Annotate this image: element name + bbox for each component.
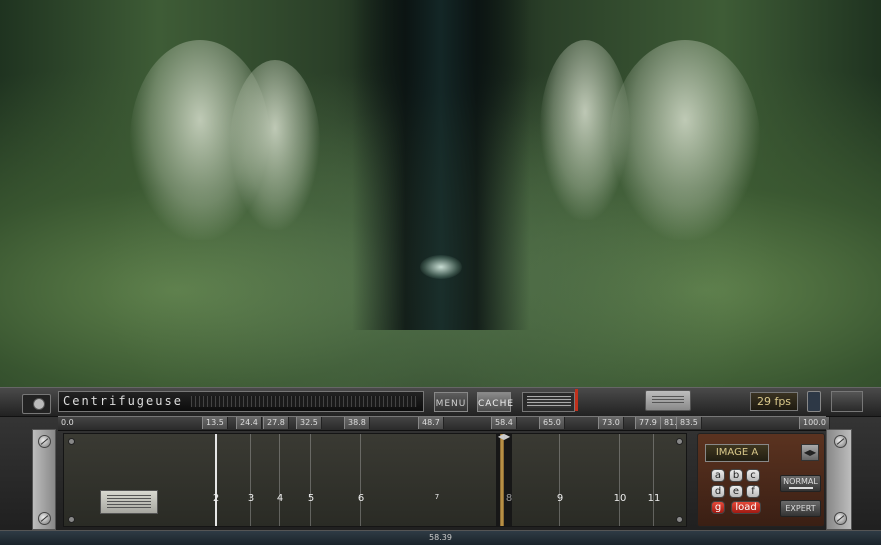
mode-indicator	[789, 487, 813, 489]
ruler-tick[interactable]: 73.0	[598, 417, 624, 429]
cue-label[interactable]: 10	[610, 493, 630, 504]
screw-icon	[38, 435, 51, 448]
preset-title: Centrifugeuse	[63, 394, 183, 408]
cue-marker[interactable]	[279, 434, 280, 526]
meter-indicator	[575, 389, 578, 411]
playhead[interactable]	[500, 434, 504, 526]
image-slot-c-button[interactable]: c	[746, 469, 760, 482]
cue-marker[interactable]	[250, 434, 251, 526]
playhead-arrows-icon[interactable]: ◀▶	[496, 432, 512, 441]
screw-icon	[68, 516, 75, 523]
cue-label[interactable]: 8	[499, 493, 519, 504]
ruler-tick[interactable]: 48.7	[418, 417, 444, 429]
power-toggle-button[interactable]	[22, 394, 51, 414]
timeline-ruler[interactable]: 0.0 13.5 24.4 27.8 32.5 38.8 48.7 58.4 6…	[58, 416, 830, 431]
load-button[interactable]: load	[731, 501, 761, 514]
dancer-figure	[230, 60, 320, 230]
plate-engraving	[652, 396, 684, 404]
screw-icon	[676, 516, 683, 523]
toggle-knob-icon	[33, 398, 45, 410]
screw-icon	[834, 435, 847, 448]
ruler-tick[interactable]: 58.4	[491, 417, 517, 429]
cue-label[interactable]: 4	[270, 493, 290, 504]
ruler-tick[interactable]: 24.4	[236, 417, 262, 429]
ruler-tick[interactable]: 77.9	[635, 417, 661, 429]
normal-mode-label: NORMAL	[783, 477, 818, 486]
ruler-tick[interactable]: 32.5	[296, 417, 322, 429]
cue-marker[interactable]	[360, 434, 361, 526]
plate-engraving	[107, 495, 151, 509]
cue-label[interactable]: 3	[241, 493, 261, 504]
ruler-tick: 0.0	[61, 418, 74, 427]
ruler-tick[interactable]: 27.8	[263, 417, 289, 429]
cue-marker[interactable]	[215, 434, 217, 526]
ruler-tick[interactable]: 100.0	[799, 417, 830, 429]
timeline-label-plate	[100, 490, 158, 514]
image-panel: IMAGE A ◀▶ a b c d e f g load NORMAL EXP…	[697, 433, 825, 527]
expert-mode-button[interactable]: EXPERT	[780, 500, 821, 517]
image-slot-d-button[interactable]: d	[711, 485, 725, 498]
image-cycle-button[interactable]: ◀▶	[801, 444, 819, 461]
fps-toggle-button[interactable]	[807, 391, 821, 412]
cue-label[interactable]: 2	[206, 493, 226, 504]
cue-marker[interactable]	[559, 434, 560, 526]
cue-label[interactable]: 7	[427, 493, 447, 501]
screw-icon	[38, 512, 51, 525]
cache-button[interactable]: CACHE	[477, 392, 513, 412]
menu-button[interactable]: MENU	[434, 392, 468, 412]
image-slot-f-button[interactable]: f	[746, 485, 760, 498]
cue-label[interactable]: 5	[301, 493, 321, 504]
cue-marker[interactable]	[619, 434, 620, 526]
preset-title-display: Centrifugeuse	[58, 391, 424, 412]
info-plate	[645, 390, 691, 411]
ruler-tick[interactable]: 83.5	[676, 417, 702, 429]
left-side-plate	[32, 429, 56, 530]
image-display: IMAGE A	[705, 444, 769, 462]
dancer-figure	[610, 40, 760, 240]
position-readout: 58.39	[0, 530, 881, 545]
cue-marker[interactable]	[653, 434, 654, 526]
right-side-plate	[826, 429, 852, 530]
image-slot-e-button[interactable]: e	[729, 485, 743, 498]
image-slot-a-button[interactable]: a	[711, 469, 725, 482]
cue-timeline[interactable]: 2 3 4 5 6 7 ◀▶ 8 9 10 11	[63, 432, 687, 527]
video-center-glow	[420, 255, 462, 279]
image-slot-g-button[interactable]: g	[711, 501, 725, 514]
ruler-tick[interactable]: 38.8	[344, 417, 370, 429]
meter-lines	[527, 396, 571, 408]
video-preview	[0, 0, 881, 387]
display-pattern	[191, 396, 417, 407]
cue-label[interactable]: 11	[644, 493, 664, 504]
timeline-gap	[496, 434, 512, 526]
screw-icon	[68, 438, 75, 445]
ruler-tick[interactable]: 13.5	[202, 417, 228, 429]
fps-display: 29 fps	[750, 392, 798, 411]
ruler-tick[interactable]: 65.0	[539, 417, 565, 429]
image-slot-b-button[interactable]: b	[729, 469, 743, 482]
cache-meter	[522, 392, 575, 412]
screw-icon	[834, 512, 847, 525]
video-center-column	[352, 0, 530, 330]
cue-marker[interactable]	[310, 434, 311, 526]
normal-mode-button[interactable]: NORMAL	[780, 475, 821, 492]
cue-label[interactable]: 9	[550, 493, 570, 504]
cue-label[interactable]: 6	[351, 493, 371, 504]
screw-icon	[676, 438, 683, 445]
window-corner-button[interactable]	[831, 391, 863, 412]
